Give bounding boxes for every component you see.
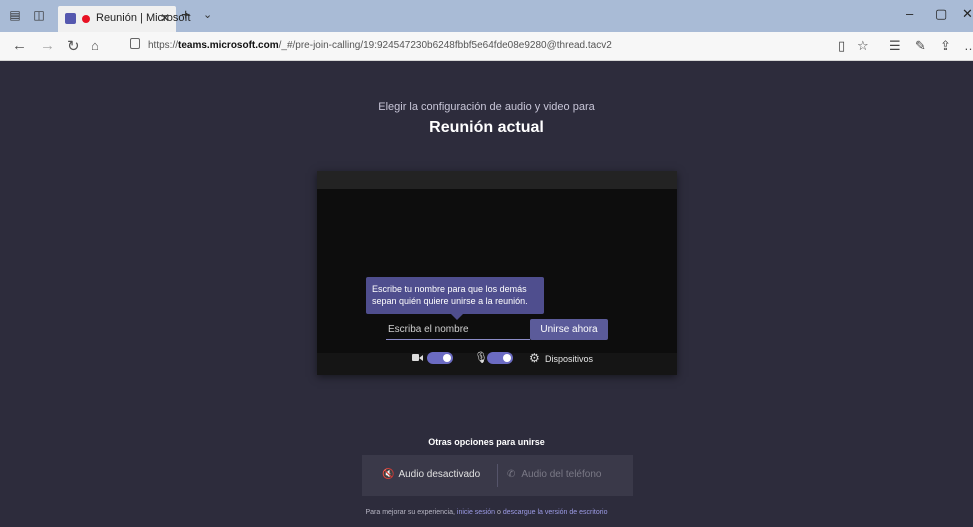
tab-title: Reunión | Microsoft [96,12,191,24]
camera-toggle[interactable] [427,352,453,364]
options-divider [497,464,498,487]
download-desktop-link[interactable]: descargue la versión de escritorio [503,509,608,516]
url-path: /_#/pre-join-calling/19:924547230b6248fb… [278,40,612,51]
share-icon[interactable]: ⇪ [940,38,951,54]
browser-address-bar: ← → ↻ ⌂ https://teams.microsoft.com/_#/p… [0,32,973,61]
audio-off-label: Audio desactivado [398,469,481,480]
microphone-icon: 🎙 [474,352,488,364]
footer-note: Para mejorar su experiencia, inicie sesi… [0,509,973,516]
teams-logo-icon [65,13,76,24]
speaker-off-icon: 🔇 [382,469,395,480]
browser-tab-bar: ▤ ◫ Reunión | Microsoft ✕ + ⌄ – ▢ ✕ [0,0,973,32]
pen-icon[interactable]: ✎ [915,38,926,54]
maximize-button[interactable]: ▢ [935,6,947,22]
phone-icon: ✆ [507,469,516,480]
lock-icon [130,38,140,49]
meeting-title: Reunión actual [429,119,544,136]
favorite-star-icon[interactable]: ☆ [857,38,869,54]
forward-arrow-icon[interactable]: → [40,37,55,54]
minimize-button[interactable]: – [906,6,913,21]
refresh-icon[interactable]: ↻ [67,37,80,55]
favorites-list-icon[interactable]: ☰ [889,38,901,54]
url-field[interactable]: https://teams.microsoft.com/_#/pre-join-… [116,36,856,56]
tab-preview-icon[interactable]: ▤ [8,8,22,22]
name-tooltip: Escribe tu nombre para que los demás sep… [366,277,544,320]
preview-top-strip [317,171,677,189]
camera-icon [412,351,423,365]
home-icon[interactable]: ⌂ [91,38,99,53]
new-tab-button[interactable]: + [181,7,190,25]
gear-icon[interactable]: ⚙ [529,351,541,365]
chevron-down-icon[interactable]: ⌄ [203,8,212,21]
phone-audio-option[interactable]: ✆ Audio del teléfono [507,469,601,480]
footer-prefix: Para mejorar su experiencia, [365,509,457,516]
other-options-panel: 🔇 Audio desactivado ✆ Audio del teléfono [362,455,633,496]
more-icon[interactable]: … [964,38,973,53]
phone-audio-label: Audio del teléfono [521,469,602,480]
recording-dot-icon [82,15,90,23]
audio-off-option[interactable]: 🔇 Audio desactivado [382,469,480,480]
devices-button[interactable]: Dispositivos [545,354,593,364]
prejoin-subtitle: Elegir la configuración de audio y video… [378,101,595,113]
window-close-button[interactable]: ✕ [962,6,973,22]
reading-view-icon[interactable]: ▯ [838,38,845,54]
back-arrow-icon[interactable]: ← [12,37,27,54]
name-input[interactable] [386,319,530,340]
microphone-toggle[interactable] [487,352,513,364]
browser-tab-active[interactable]: Reunión | Microsoft ✕ [58,6,191,32]
sign-in-link[interactable]: inicie sesión [457,509,495,516]
tab-close-icon[interactable]: ✕ [160,11,170,25]
url-prefix: https:// [148,40,179,51]
join-now-button[interactable]: Unirse ahora [530,319,608,340]
other-options-title: Otras opciones para unirse [428,437,545,447]
url-domain: teams.microsoft.com [178,40,279,51]
video-preview [317,171,677,375]
footer-middle: o [495,509,503,516]
set-aside-tabs-icon[interactable]: ◫ [32,8,46,22]
